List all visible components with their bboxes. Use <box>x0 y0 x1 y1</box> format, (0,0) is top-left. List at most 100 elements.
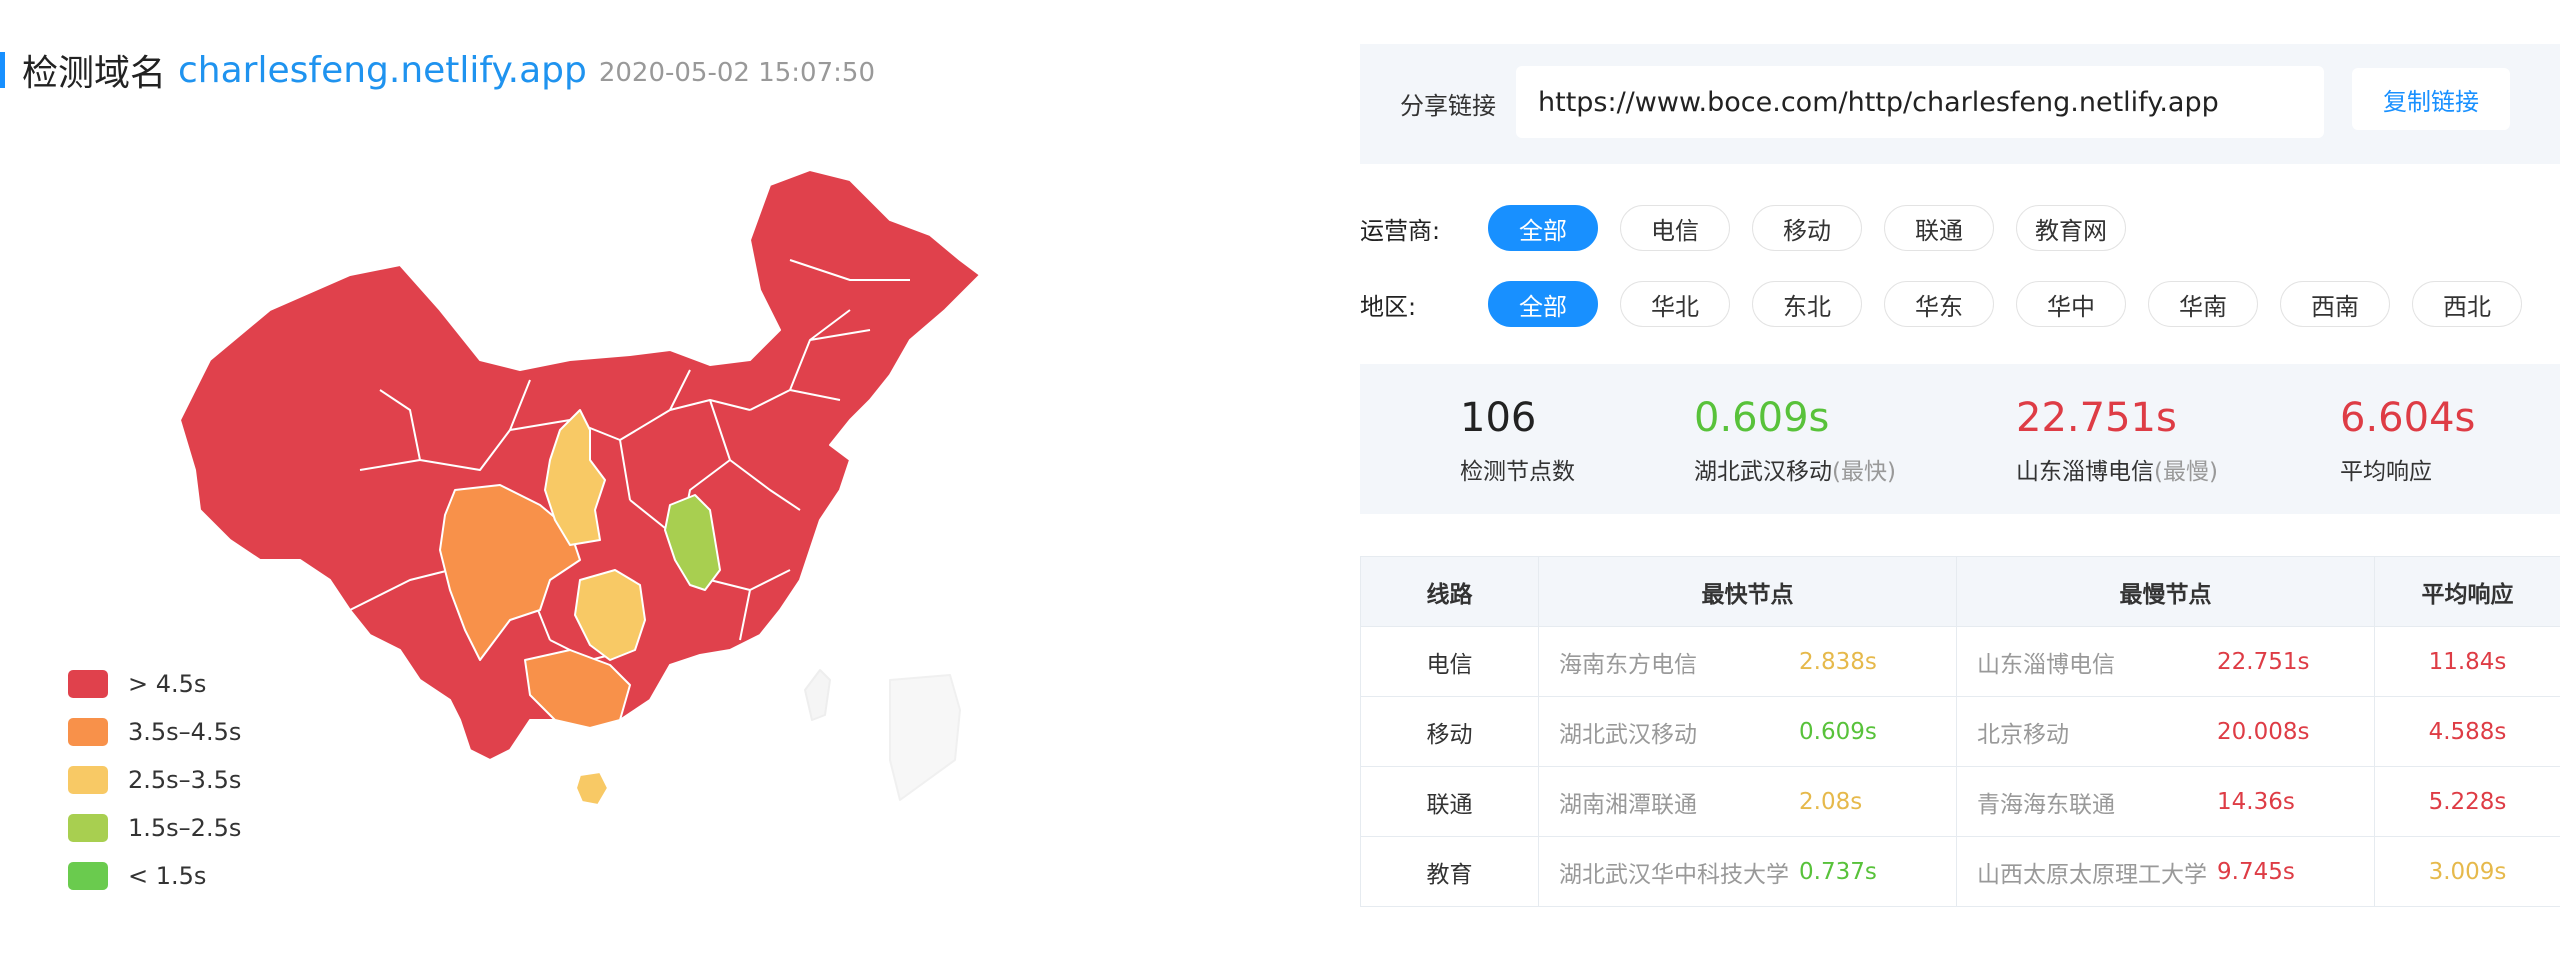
cell-line: 电信 <box>1360 626 1539 697</box>
cell-fastest: 湖北武汉移动 0.609s <box>1538 696 1957 767</box>
header-slowest-node: 最慢节点 <box>1956 556 2375 627</box>
carrier-chip-mobile[interactable]: 移动 <box>1752 205 1862 251</box>
carrier-chip-education[interactable]: 教育网 <box>2016 205 2126 251</box>
cell-slowest: 青海海东联通 14.36s <box>1956 766 2375 837</box>
stat-label-text: 湖北武汉移动 <box>1694 459 1832 485</box>
slowest-node-time: 20.008s <box>2217 718 2310 745</box>
cell-line: 移动 <box>1360 696 1539 767</box>
cell-fastest: 海南东方电信 2.838s <box>1538 626 1957 697</box>
line-results-table: 线路 最快节点 最慢节点 平均响应 电信 海南东方电信 2.838s 山东淄博电信… <box>1360 556 2560 907</box>
fastest-node-time: 2.838s <box>1799 648 1877 675</box>
legend-label: 3.5s–4.5s <box>128 718 242 746</box>
stat-fastest: 0.609s 湖北武汉移动(最快) <box>1694 392 1896 486</box>
legend-label: > 4.5s <box>128 670 207 698</box>
legend-swatch <box>68 718 108 746</box>
china-map-svg[interactable] <box>150 160 1030 830</box>
stat-label-suffix: (最快) <box>1832 459 1896 485</box>
table-row[interactable]: 教育 湖北武汉华中科技大学 0.737s 山西太原太原理工大学 9.745s 3.0… <box>1360 836 2560 907</box>
carrier-filter-label: 运营商: <box>1360 216 1441 245</box>
fastest-node-name: 湖北武汉移动 <box>1559 721 1697 748</box>
stat-slowest: 22.751s 山东淄博电信(最慢) <box>2016 392 2218 486</box>
legend-label: 2.5s–3.5s <box>128 766 242 794</box>
legend-swatch <box>68 766 108 794</box>
stat-label: 平均响应 <box>2340 452 2475 486</box>
region-chip-southwest[interactable]: 西南 <box>2280 281 2390 327</box>
summary-stats-panel: 106 检测节点数 0.609s 湖北武汉移动(最快) 22.751s 山东淄博… <box>1360 364 2560 514</box>
region-filter-row: 地区: 全部 华北 东北 华东 华中 华南 西南 西北 <box>1360 280 2544 328</box>
legend-item: 3.5s–4.5s <box>68 708 241 756</box>
slowest-node-name: 北京移动 <box>1977 721 2069 748</box>
stat-label-suffix: (最慢) <box>2154 459 2218 485</box>
china-response-map[interactable] <box>150 160 1030 830</box>
cell-line: 教育 <box>1360 836 1539 907</box>
legend-swatch <box>68 814 108 842</box>
title-domain[interactable]: charlesfeng.netlify.app <box>178 50 587 91</box>
stat-node-count: 106 检测节点数 <box>1460 392 1575 486</box>
cell-slowest: 山东淄博电信 22.751s <box>1956 626 2375 697</box>
region-chip-north[interactable]: 华北 <box>1620 281 1730 327</box>
stat-label-text: 平均响应 <box>2340 459 2432 485</box>
cell-average: 3.009s <box>2374 836 2560 907</box>
fastest-node-time: 0.737s <box>1799 858 1877 885</box>
slowest-node-time: 14.36s <box>2217 788 2295 815</box>
region-chip-east[interactable]: 华东 <box>1884 281 1994 327</box>
cell-average: 11.84s <box>2374 626 2560 697</box>
header-line: 线路 <box>1360 556 1539 627</box>
region-chip-south[interactable]: 华南 <box>2148 281 2258 327</box>
fastest-node-time: 2.08s <box>1799 788 1863 815</box>
table-header-row: 线路 最快节点 最慢节点 平均响应 <box>1360 556 2560 627</box>
legend-item: 1.5s–2.5s <box>68 804 241 852</box>
region-chip-northeast[interactable]: 东北 <box>1752 281 1862 327</box>
carrier-chip-all[interactable]: 全部 <box>1488 205 1598 251</box>
legend-item: > 4.5s <box>68 660 241 708</box>
table-row[interactable]: 移动 湖北武汉移动 0.609s 北京移动 20.008s 4.588s <box>1360 696 2560 767</box>
header-average: 平均响应 <box>2374 556 2560 627</box>
header-fastest-node: 最快节点 <box>1538 556 1957 627</box>
share-link-input[interactable] <box>1516 66 2324 138</box>
title-label: 检测域名 <box>22 53 167 94</box>
stat-label-text: 山东淄博电信 <box>2016 459 2154 485</box>
legend-item: 2.5s–3.5s <box>68 756 241 804</box>
region-chip-all[interactable]: 全部 <box>1488 281 1598 327</box>
slowest-node-name: 山东淄博电信 <box>1977 651 2115 678</box>
legend-item: < 1.5s <box>68 852 241 900</box>
table-row[interactable]: 联通 湖南湘潭联通 2.08s 青海海东联通 14.36s 5.228s <box>1360 766 2560 837</box>
share-link-panel: 分享链接 复制链接 <box>1360 44 2560 164</box>
fastest-node-name: 湖北武汉华中科技大学 <box>1559 861 1789 888</box>
map-region-yellow-island[interactable] <box>575 771 609 806</box>
legend-swatch <box>68 862 108 890</box>
region-filter-label: 地区: <box>1360 292 1417 321</box>
carrier-chip-unicom[interactable]: 联通 <box>1884 205 1994 251</box>
stat-value: 0.609s <box>1694 395 1830 441</box>
cell-slowest: 北京移动 20.008s <box>1956 696 2375 767</box>
region-chip-northwest[interactable]: 西北 <box>2412 281 2522 327</box>
cell-average: 5.228s <box>2374 766 2560 837</box>
cell-average: 4.588s <box>2374 696 2560 767</box>
stat-value: 106 <box>1460 395 1537 441</box>
region-chip-central[interactable]: 华中 <box>2016 281 2126 327</box>
title-timestamp: 2020-05-02 15:07:50 <box>598 58 875 88</box>
map-region-taiwan[interactable] <box>804 669 831 721</box>
fastest-node-name: 湖南湘潭联通 <box>1559 791 1697 818</box>
title-accent-bar <box>0 52 5 88</box>
legend-label: 1.5s–2.5s <box>128 814 242 842</box>
slowest-node-name: 山西太原太原理工大学 <box>1977 861 2207 888</box>
cell-line: 联通 <box>1360 766 1539 837</box>
fastest-node-name: 海南东方电信 <box>1559 651 1697 678</box>
table-row[interactable]: 电信 海南东方电信 2.838s 山东淄博电信 22.751s 11.84s <box>1360 626 2560 697</box>
map-region-faint-islands <box>889 674 961 801</box>
stat-label: 山东淄博电信(最慢) <box>2016 452 2218 486</box>
stat-value: 22.751s <box>2016 395 2177 441</box>
results-table: 线路 最快节点 最慢节点 平均响应 电信 海南东方电信 2.838s 山东淄博电信… <box>1360 556 2560 907</box>
carrier-chip-telecom[interactable]: 电信 <box>1620 205 1730 251</box>
cell-slowest: 山西太原太原理工大学 9.745s <box>1956 836 2375 907</box>
legend-swatch <box>68 670 108 698</box>
stat-average: 6.604s 平均响应 <box>2340 392 2475 486</box>
slowest-node-time: 22.751s <box>2217 648 2310 675</box>
copy-link-button[interactable]: 复制链接 <box>2352 68 2510 130</box>
stat-label: 湖北武汉移动(最快) <box>1694 452 1896 486</box>
slowest-node-name: 青海海东联通 <box>1977 791 2115 818</box>
share-link-label: 分享链接 <box>1400 92 1496 120</box>
slowest-node-time: 9.745s <box>2217 858 2295 885</box>
cell-fastest: 湖南湘潭联通 2.08s <box>1538 766 1957 837</box>
